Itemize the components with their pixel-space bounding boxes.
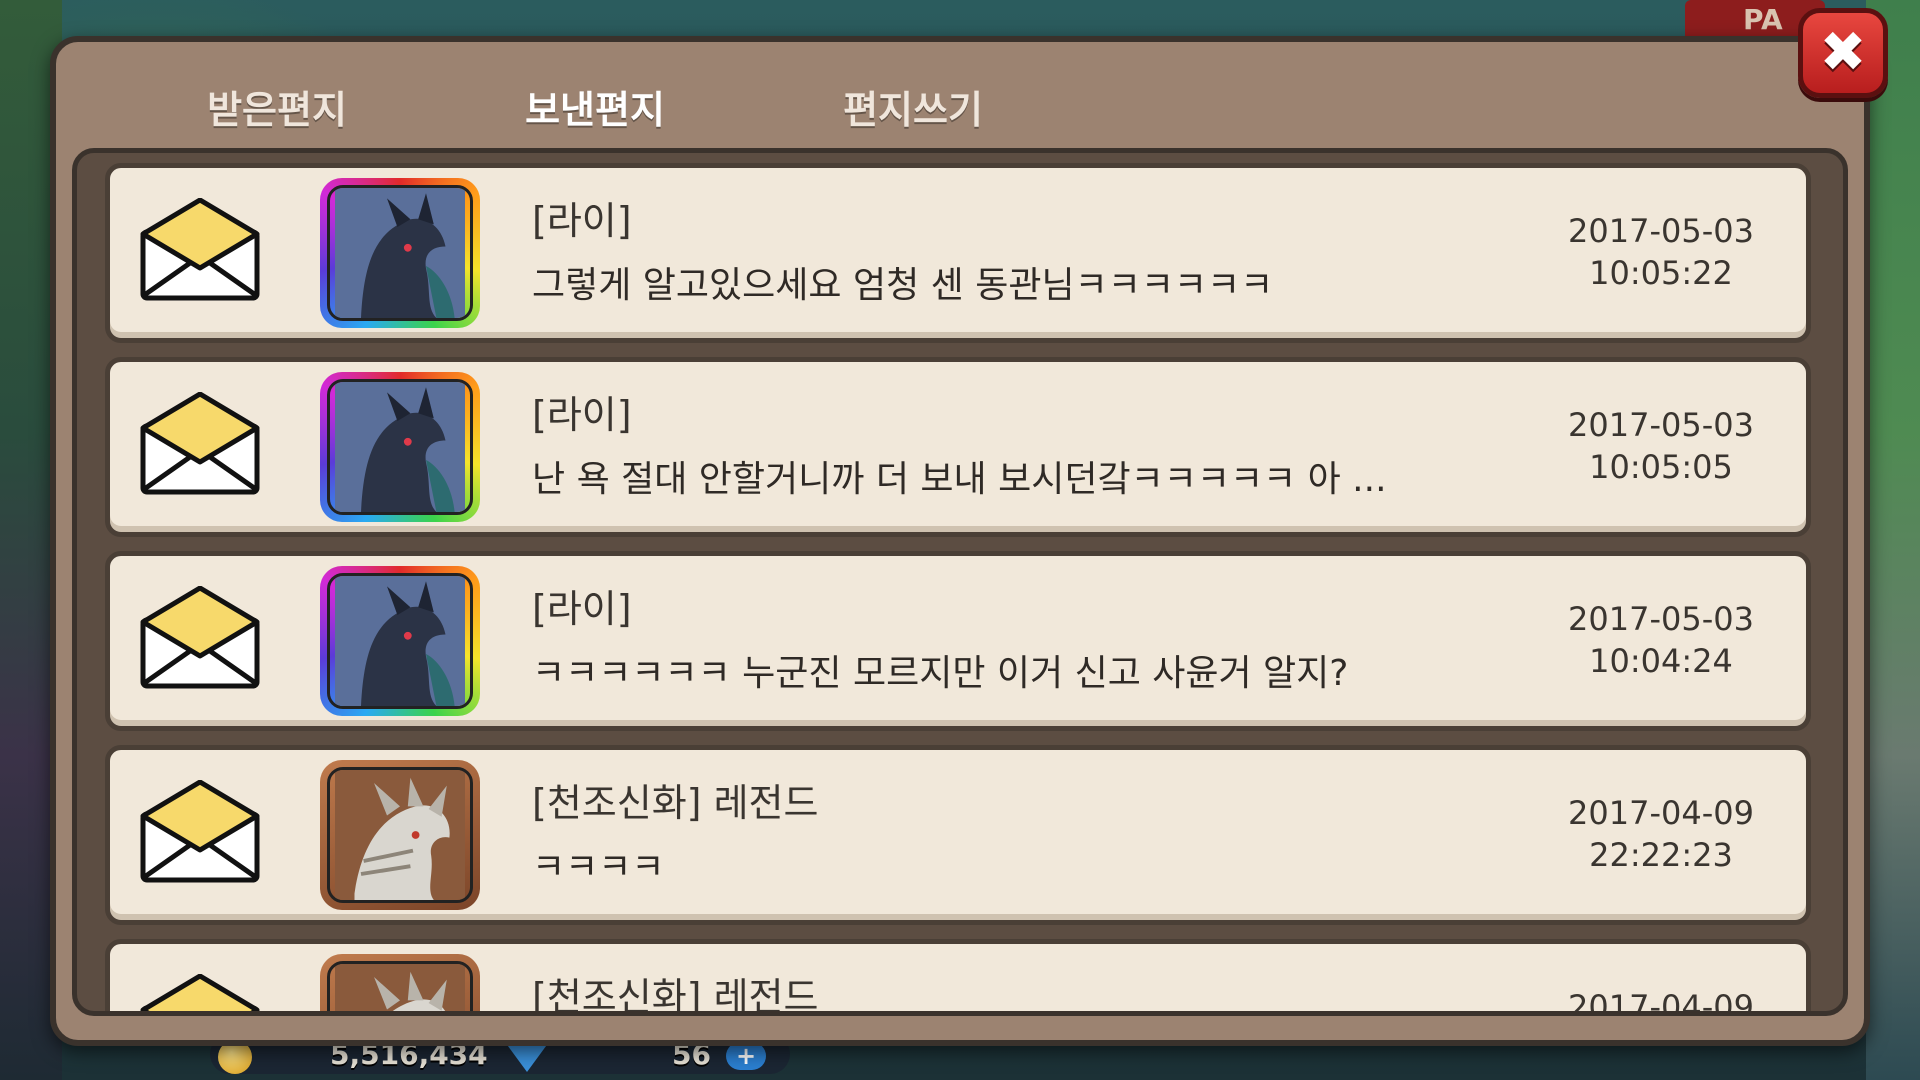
sender-portrait (320, 178, 480, 328)
add-gems-button[interactable]: + (726, 1042, 766, 1070)
mail-date-time: 10:04:24 (1589, 642, 1733, 680)
open-envelope-icon (140, 973, 260, 1011)
mail-message: ㅋㅋㅋㅋ (532, 847, 665, 888)
mail-message: ㅋㅋㅋㅋㅋㅋ 누군진 모르지만 이거 신고 사윤거 알지? (532, 653, 1349, 694)
sender-portrait (320, 372, 480, 522)
mail-item[interactable]: [천조신화] 레전드 2017-04-09 (105, 939, 1811, 1016)
dark-dragon-icon (327, 573, 473, 709)
mail-sender: [라이] (532, 587, 632, 631)
mail-item[interactable]: [라이] 난 욕 절대 안할거니까 더 보내 보시던갘ㅋㅋㅋㅋㅋ 아 ... 2… (105, 357, 1811, 537)
background-right-scenery (1866, 0, 1920, 1080)
dark-dragon-icon (327, 185, 473, 321)
sender-portrait (320, 954, 480, 1011)
mail-date-day: 2017-04-09 (1568, 988, 1754, 1016)
mail-date: 2017-05-03 10:05:05 (1566, 404, 1756, 488)
tab-received[interactable]: 받은편지 (122, 60, 432, 152)
close-button[interactable]: ✖ (1798, 8, 1888, 98)
mail-item[interactable]: [천조신화] 레전드 ㅋㅋㅋㅋ 2017-04-09 22:22:23 (105, 745, 1811, 925)
tab-compose[interactable]: 편지쓰기 (758, 60, 1068, 152)
mail-date: 2017-05-03 10:05:22 (1566, 210, 1756, 294)
mail-date-time: 10:05:22 (1589, 254, 1733, 292)
open-envelope-icon (140, 197, 260, 302)
gem-icon (505, 1042, 549, 1072)
mail-date-day: 2017-05-03 (1568, 212, 1754, 250)
mail-date-time: 10:05:05 (1589, 448, 1733, 486)
dark-dragon-icon (327, 379, 473, 515)
mail-sender: [라이] (532, 199, 632, 243)
mail-sender: [천조신화] 레전드 (532, 781, 819, 825)
open-envelope-icon (140, 391, 260, 496)
mail-date: 2017-04-09 22:22:23 (1566, 792, 1756, 876)
open-envelope-icon (140, 779, 260, 884)
mail-item[interactable]: [라이] ㅋㅋㅋㅋㅋㅋ 누군진 모르지만 이거 신고 사윤거 알지? 2017-… (105, 551, 1811, 731)
mail-date-day: 2017-05-03 (1568, 406, 1754, 444)
close-icon: ✖ (1819, 20, 1867, 85)
mail-date: 2017-05-03 10:04:24 (1566, 598, 1756, 682)
mailbox-tabs: 받은편지 보낸편지 편지쓰기 (122, 60, 1122, 152)
mail-message: 그렇게 알고있으세요 엄청 센 동관님ㅋㅋㅋㅋㅋㅋ (532, 265, 1274, 306)
open-envelope-icon (140, 585, 260, 690)
sender-portrait (320, 566, 480, 716)
mail-message: 난 욕 절대 안할거니까 더 보내 보시던갘ㅋㅋㅋㅋㅋ 아 ... (532, 459, 1387, 500)
bone-dragon-icon (327, 767, 473, 903)
mail-date-time: 22:22:23 (1589, 836, 1733, 874)
mail-date-day: 2017-05-03 (1568, 600, 1754, 638)
mail-sender: [천조신화] 레전드 (532, 975, 819, 1016)
sender-portrait (320, 760, 480, 910)
mail-list[interactable]: [라이] 그렇게 알고있으세요 엄청 센 동관님ㅋㅋㅋㅋㅋㅋ 2017-05-0… (72, 148, 1848, 1016)
bone-dragon-icon (327, 961, 473, 1011)
mail-item[interactable]: [라이] 그렇게 알고있으세요 엄청 센 동관님ㅋㅋㅋㅋㅋㅋ 2017-05-0… (105, 163, 1811, 343)
mail-sender: [라이] (532, 393, 632, 437)
tab-sent[interactable]: 보낸편지 (440, 60, 750, 152)
mail-date-day: 2017-04-09 (1568, 794, 1754, 832)
mail-date: 2017-04-09 (1566, 986, 1756, 1016)
